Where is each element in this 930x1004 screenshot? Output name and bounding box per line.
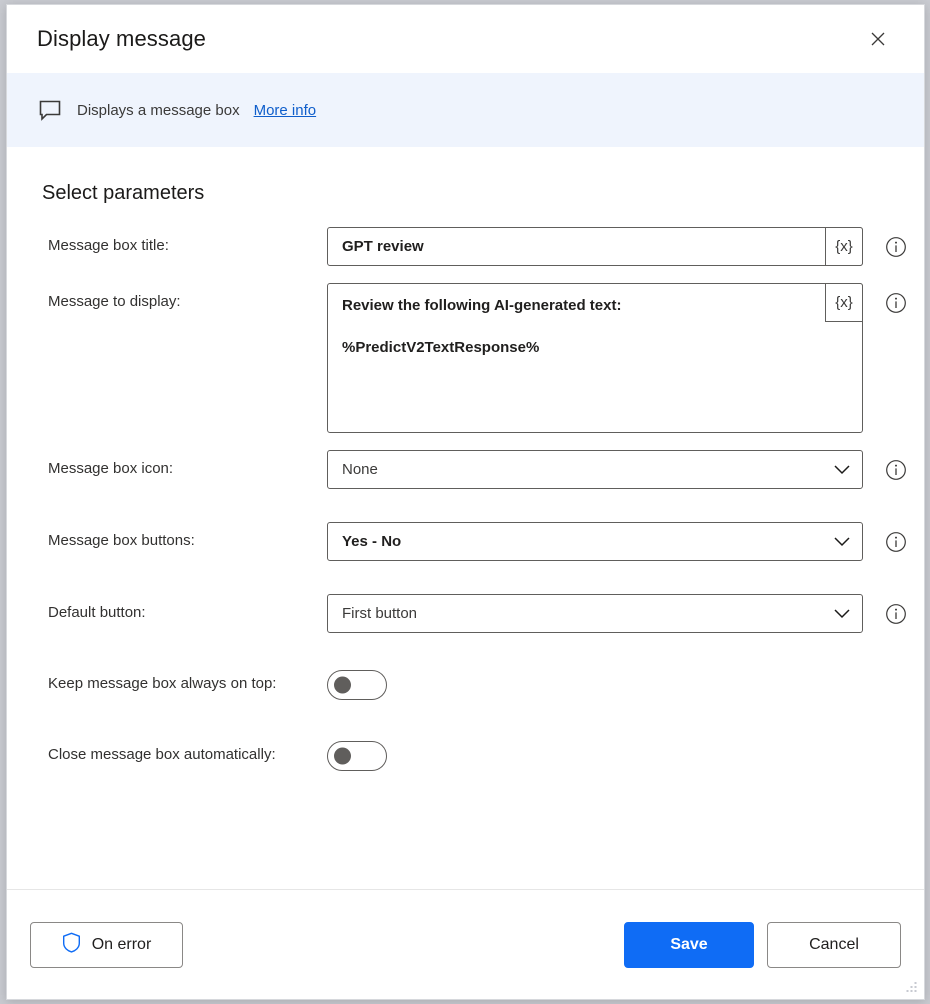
field-label: Message box title: xyxy=(48,237,169,254)
dialog-body: Select parameters Message box title: GPT… xyxy=(7,147,924,889)
cancel-button[interactable]: Cancel xyxy=(767,921,901,968)
field-value: Yes - No xyxy=(342,533,402,550)
field-row-message-box-buttons: Message box buttons: Yes - No xyxy=(7,522,924,561)
field-value: Review the following AI-generated text: … xyxy=(342,297,622,356)
field-label: Message to display: xyxy=(48,293,181,310)
toggle-knob xyxy=(334,676,351,694)
close-automatically-toggle[interactable] xyxy=(327,741,387,771)
footer-actions: Save Cancel xyxy=(624,921,901,968)
info-icon[interactable] xyxy=(885,292,907,314)
message-bubble-icon xyxy=(37,97,63,123)
banner-text: Displays a message box xyxy=(77,101,240,119)
info-icon[interactable] xyxy=(885,603,907,625)
more-info-link[interactable]: More info xyxy=(254,102,317,119)
on-error-button[interactable]: On error xyxy=(30,921,183,968)
field-control xyxy=(327,736,863,771)
save-button[interactable]: Save xyxy=(624,921,754,968)
chevron-down-icon[interactable] xyxy=(834,595,850,632)
info-icon[interactable] xyxy=(885,531,907,553)
field-control: First button xyxy=(327,594,906,633)
field-label: Close message box automatically: xyxy=(48,746,276,763)
field-label: Message box buttons: xyxy=(48,532,195,549)
field-label: Keep message box always on top: xyxy=(48,675,277,692)
field-value: None xyxy=(342,461,378,478)
field-control: Review the following AI-generated text: … xyxy=(327,283,906,433)
toggle-knob xyxy=(334,747,351,765)
variable-picker-button[interactable]: {x} xyxy=(825,227,863,266)
on-error-label: On error xyxy=(91,935,152,953)
section-title: Select parameters xyxy=(42,182,205,204)
field-control: GPT review {x} xyxy=(327,227,906,266)
chevron-down-icon[interactable] xyxy=(834,523,850,560)
dialog-footer: On error Save Cancel xyxy=(7,890,924,999)
field-row-message-box-title: Message box title: GPT review {x} xyxy=(7,227,924,266)
field-value: GPT review xyxy=(342,238,424,255)
field-label: Message box icon: xyxy=(48,460,174,477)
message-box-title-input[interactable]: GPT review {x} xyxy=(327,227,863,266)
message-box-buttons-select[interactable]: Yes - No xyxy=(327,522,863,561)
field-row-keep-always-on-top: Keep message box always on top: xyxy=(7,665,924,700)
chevron-down-icon[interactable] xyxy=(834,451,850,488)
shield-icon xyxy=(62,932,81,958)
field-row-close-automatically: Close message box automatically: xyxy=(7,736,924,771)
info-icon[interactable] xyxy=(885,459,907,481)
field-control: Yes - No xyxy=(327,522,906,561)
resize-grip-icon[interactable] xyxy=(905,981,918,994)
parameters-list: Message box title: GPT review {x} Messag… xyxy=(7,227,924,771)
message-to-display-textarea[interactable]: Review the following AI-generated text: … xyxy=(327,283,863,433)
field-label: Default button: xyxy=(48,604,146,621)
info-icon[interactable] xyxy=(885,236,907,258)
keep-always-on-top-toggle[interactable] xyxy=(327,670,387,700)
message-box-icon-select[interactable]: None xyxy=(327,450,863,489)
close-button[interactable] xyxy=(856,19,900,59)
field-row-message-box-icon: Message box icon: None xyxy=(7,450,924,489)
description-banner: Displays a message box More info xyxy=(7,73,924,147)
page-title: Display message xyxy=(37,26,207,51)
default-button-select[interactable]: First button xyxy=(327,594,863,633)
display-message-dialog: Display message Displays a message box M… xyxy=(6,4,925,1000)
field-control xyxy=(327,665,863,700)
field-value: First button xyxy=(342,605,418,622)
variable-picker-button[interactable]: {x} xyxy=(825,283,863,322)
field-control: None xyxy=(327,450,906,489)
field-row-default-button: Default button: First button xyxy=(7,594,924,633)
field-row-message-to-display: Message to display: Review the following… xyxy=(7,283,924,433)
close-icon xyxy=(870,31,886,47)
dialog-titlebar: Display message xyxy=(7,5,924,73)
